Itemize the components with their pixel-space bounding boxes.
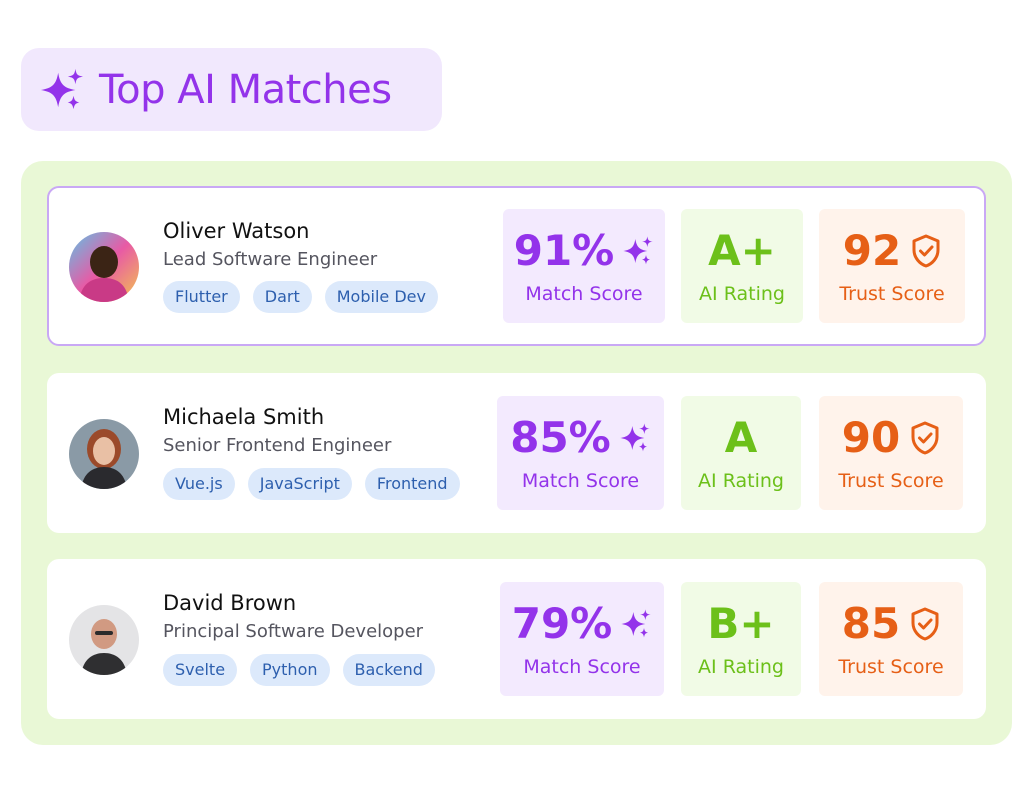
page: Top AI Matches Oliver Watson Lead Softwa… bbox=[0, 0, 1020, 807]
trust-score-box: 92 Trust Score bbox=[819, 209, 965, 323]
candidate-role: Lead Software Engineer bbox=[163, 249, 378, 270]
skill-tags: Svelte Python Backend bbox=[163, 654, 435, 686]
match-score-value: 91% bbox=[513, 226, 615, 275]
skill-tags: Vue.js JavaScript Frontend bbox=[163, 468, 460, 500]
avatar bbox=[69, 605, 139, 675]
trust-score-box: 90 Trust Score bbox=[819, 396, 963, 510]
skill-tag[interactable]: Svelte bbox=[163, 654, 238, 686]
skill-tag[interactable]: Flutter bbox=[163, 281, 240, 313]
ai-rating-value: A+ bbox=[708, 226, 776, 275]
skill-tag[interactable]: JavaScript bbox=[247, 468, 352, 500]
skill-tags: Flutter Dart Mobile Dev bbox=[163, 281, 438, 313]
sparkle-icon bbox=[620, 423, 650, 452]
skill-tag[interactable]: Vue.js bbox=[163, 468, 235, 500]
sparkle-icon bbox=[621, 609, 651, 638]
candidate-card[interactable]: David Brown Principal Software Developer… bbox=[47, 559, 986, 719]
ai-rating-label: AI Rating bbox=[698, 470, 784, 492]
trust-score-value: 85 bbox=[841, 599, 901, 648]
trust-score-value: 92 bbox=[842, 226, 902, 275]
match-score-box: 91% Match Score bbox=[503, 209, 665, 323]
trust-score-label: Trust Score bbox=[838, 470, 944, 492]
candidate-role: Principal Software Developer bbox=[163, 621, 424, 642]
candidate-card[interactable]: Michaela Smith Senior Frontend Engineer … bbox=[47, 373, 986, 533]
match-score-label: Match Score bbox=[521, 470, 640, 492]
shield-check-icon bbox=[912, 234, 940, 268]
candidate-card[interactable]: Oliver Watson Lead Software Engineer Flu… bbox=[47, 186, 986, 346]
ai-rating-box: B+ AI Rating bbox=[681, 582, 801, 696]
avatar bbox=[69, 232, 139, 302]
ai-rating-box: A+ AI Rating bbox=[681, 209, 803, 323]
match-score-value: 79% bbox=[511, 599, 613, 648]
match-score-label: Match Score bbox=[523, 656, 641, 678]
candidate-role: Senior Frontend Engineer bbox=[163, 435, 392, 456]
ai-rating-box: A AI Rating bbox=[681, 396, 801, 510]
candidate-name: David Brown bbox=[163, 591, 297, 615]
page-title: Top AI Matches bbox=[99, 66, 392, 113]
match-score-box: 85% Match Score bbox=[497, 396, 664, 510]
ai-rating-value: A bbox=[724, 413, 758, 462]
shield-check-icon bbox=[911, 421, 939, 455]
trust-score-value: 90 bbox=[841, 413, 901, 462]
skill-tag[interactable]: Backend bbox=[342, 654, 435, 686]
trust-score-label: Trust Score bbox=[838, 656, 944, 678]
ai-rating-label: AI Rating bbox=[698, 656, 784, 678]
trust-score-box: 85 Trust Score bbox=[819, 582, 963, 696]
avatar bbox=[69, 419, 139, 489]
ai-rating-value: B+ bbox=[707, 599, 775, 648]
match-score-label: Match Score bbox=[525, 283, 643, 305]
skill-tag[interactable]: Frontend bbox=[364, 468, 460, 500]
skill-tag[interactable]: Dart bbox=[252, 281, 312, 313]
title-badge: Top AI Matches bbox=[21, 48, 442, 131]
skill-tag[interactable]: Python bbox=[250, 654, 330, 686]
match-score-box: 79% Match Score bbox=[500, 582, 664, 696]
sparkle-icon bbox=[40, 68, 84, 109]
candidate-name: Michaela Smith bbox=[163, 405, 325, 429]
candidate-name: Oliver Watson bbox=[163, 219, 310, 243]
sparkle-icon bbox=[623, 236, 653, 265]
skill-tag[interactable]: Mobile Dev bbox=[324, 281, 438, 313]
match-score-value: 85% bbox=[510, 413, 611, 462]
shield-check-icon bbox=[911, 607, 939, 641]
trust-score-label: Trust Score bbox=[839, 283, 945, 305]
ai-rating-label: AI Rating bbox=[699, 283, 785, 305]
